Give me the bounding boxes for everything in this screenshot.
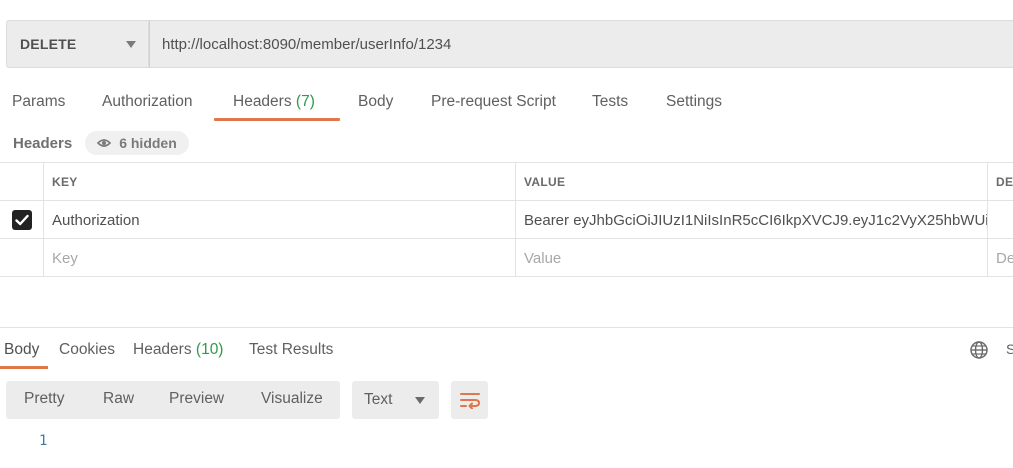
url-text: http://localhost:8090/member/userInfo/12… bbox=[162, 35, 452, 53]
tab-settings[interactable]: Settings bbox=[666, 93, 722, 111]
table-row: Authorization Bearer eyJhbGciOiJIUzI1NiI… bbox=[0, 201, 1013, 239]
header-value: Bearer eyJhbGciOiJIUzI1NiIsInR5cCI6IkpXV… bbox=[524, 211, 988, 229]
line-number: 1 bbox=[39, 433, 48, 449]
select-column-header bbox=[0, 163, 44, 201]
chevron-down-icon bbox=[415, 397, 425, 404]
active-tab-indicator bbox=[214, 118, 340, 121]
column-header-key: KEY bbox=[43, 163, 516, 201]
tab-params[interactable]: Params bbox=[12, 93, 65, 111]
tab-label: Pre-request Script bbox=[431, 93, 556, 110]
tab-label: Body bbox=[358, 93, 394, 110]
tab-label: Authorization bbox=[102, 93, 193, 110]
description-input[interactable]: De bbox=[987, 239, 1013, 277]
globe-icon[interactable] bbox=[969, 340, 989, 360]
tab-pre-request-script[interactable]: Pre-request Script bbox=[431, 93, 556, 111]
tab-label: Settings bbox=[666, 93, 723, 110]
header-description-cell[interactable] bbox=[987, 201, 1013, 239]
row-checkbox-cell bbox=[0, 201, 44, 239]
pretty-button[interactable]: Pretty bbox=[24, 390, 64, 408]
column-header-value: VALUE bbox=[515, 163, 988, 201]
tab-authorization[interactable]: Authorization bbox=[102, 93, 192, 111]
hidden-count-label: 6 hidden bbox=[119, 135, 177, 151]
table-row-new: Key Value De bbox=[0, 239, 1013, 277]
tab-label: Headers bbox=[233, 93, 292, 110]
url-input[interactable]: http://localhost:8090/member/userInfo/12… bbox=[149, 20, 1013, 68]
request-url-bar: DELETE http://localhost:8090/member/user… bbox=[6, 20, 1013, 68]
description-placeholder: De bbox=[996, 249, 1013, 267]
raw-button[interactable]: Raw bbox=[103, 390, 134, 408]
tab-body[interactable]: Body bbox=[358, 93, 393, 111]
wrap-lines-button[interactable] bbox=[451, 381, 488, 419]
key-placeholder: Key bbox=[52, 249, 78, 267]
active-response-tab-indicator bbox=[0, 366, 48, 369]
tab-label: Headers bbox=[133, 341, 192, 358]
tab-headers[interactable]: Headers (7) bbox=[233, 93, 315, 111]
key-input[interactable]: Key bbox=[43, 239, 516, 277]
tab-tests[interactable]: Tests bbox=[592, 93, 628, 111]
hidden-headers-toggle[interactable]: 6 hidden bbox=[85, 131, 189, 155]
headers-table: KEY VALUE DES Authorization Bearer eyJhb… bbox=[0, 162, 1013, 277]
chevron-down-icon bbox=[126, 41, 136, 48]
tab-label: Tests bbox=[592, 93, 629, 110]
checkmark-icon bbox=[15, 214, 29, 226]
column-header-description: DES bbox=[987, 163, 1013, 201]
eye-icon bbox=[97, 139, 112, 147]
format-type-select[interactable]: Text bbox=[352, 381, 439, 419]
tab-label: Test Results bbox=[249, 341, 334, 358]
headers-title: Headers bbox=[13, 134, 73, 152]
value-placeholder: Value bbox=[524, 249, 562, 267]
response-tab-body[interactable]: Body bbox=[4, 341, 39, 359]
tab-label: Body bbox=[4, 341, 40, 358]
headers-subheading: Headers 6 hidden bbox=[13, 131, 189, 155]
visualize-button[interactable]: Visualize bbox=[261, 390, 323, 408]
tab-count-badge: (7) bbox=[295, 93, 315, 110]
response-tab-headers[interactable]: Headers (10) bbox=[133, 341, 223, 359]
header-value-cell[interactable]: Bearer eyJhbGciOiJIUzI1NiIsInR5cCI6IkpXV… bbox=[515, 201, 988, 239]
tab-label: Cookies bbox=[59, 341, 115, 358]
response-tabs: Body Cookies Headers (10) Test Results bbox=[0, 338, 1013, 368]
row-checkbox-cell bbox=[0, 239, 44, 277]
format-type-label: Text bbox=[364, 391, 393, 408]
tab-count-badge: (10) bbox=[195, 341, 224, 358]
response-tab-cookies[interactable]: Cookies bbox=[59, 341, 115, 359]
header-key-cell[interactable]: Authorization bbox=[43, 201, 516, 239]
response-divider bbox=[0, 327, 1013, 328]
wrap-text-icon bbox=[459, 393, 480, 409]
method-select[interactable]: DELETE bbox=[6, 20, 149, 68]
value-input[interactable]: Value bbox=[515, 239, 988, 277]
row-checkbox[interactable] bbox=[12, 210, 32, 230]
table-header-row: KEY VALUE DES bbox=[0, 163, 1013, 201]
request-tabs: Params Authorization Headers (7) Body Pr… bbox=[0, 88, 1013, 122]
format-button-group: Pretty Raw Preview Visualize bbox=[6, 381, 340, 419]
preview-button[interactable]: Preview bbox=[169, 390, 224, 408]
header-key: Authorization bbox=[52, 211, 140, 229]
response-tab-test-results[interactable]: Test Results bbox=[249, 341, 333, 359]
tab-label: Params bbox=[12, 93, 66, 110]
method-label: DELETE bbox=[20, 36, 77, 52]
response-status-label: S bbox=[1006, 341, 1013, 357]
